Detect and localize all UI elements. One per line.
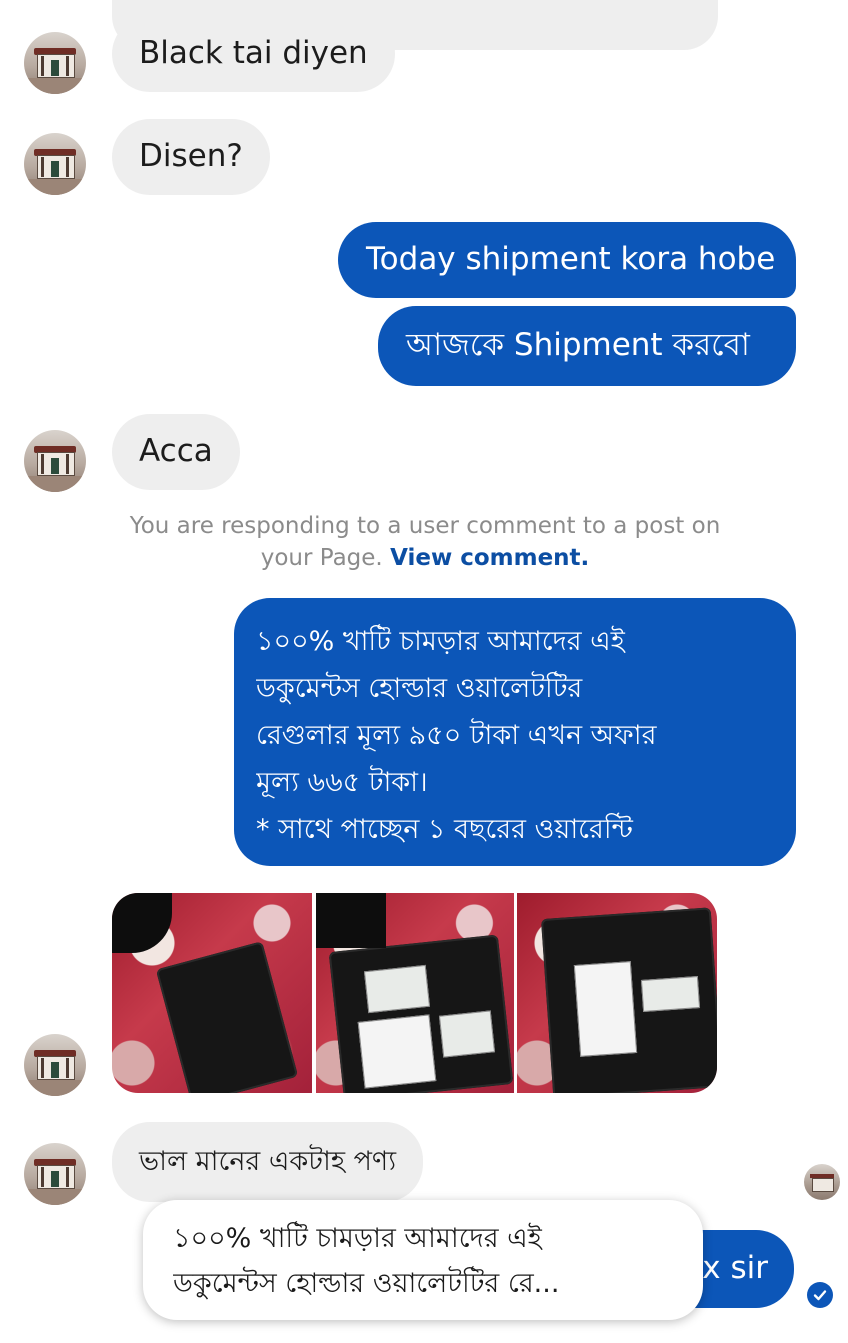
contact-avatar[interactable]: [24, 133, 86, 195]
offer-line: রেগুলার মূল্য ৯৫০ টাকা এখন অফার: [256, 720, 657, 751]
seen-avatar: [804, 1164, 840, 1200]
outgoing-message[interactable]: Today shipment kora hobe: [338, 222, 796, 298]
wallet-photo[interactable]: [517, 893, 717, 1093]
offer-line: * সাথে পাচ্ছেন ১ বছরের ওয়ারেন্টি: [256, 814, 633, 845]
saved-reply-preview[interactable]: ১০০% খাটি চামড়ার আমাদের এই ডকুমেন্টস হো…: [143, 1200, 703, 1320]
incoming-message[interactable]: Disen?: [112, 119, 270, 195]
wallet-photo[interactable]: [316, 893, 514, 1093]
message-text: Acca: [139, 433, 213, 470]
message-text: আজকে Shipment করবো: [406, 327, 750, 364]
offer-message[interactable]: ১০০% খাটি চামড়ার আমাদের এই ডকুমেন্টস হো…: [234, 598, 796, 866]
message-text: Disen?: [139, 138, 243, 175]
contact-avatar[interactable]: [24, 1034, 86, 1096]
message-text: ভাল মানের একটাহ পণ্য: [139, 1145, 397, 1177]
offer-line: মূল্য ৬৬৫ টাকা।: [256, 767, 428, 798]
check-icon: [807, 1282, 833, 1308]
contact-avatar[interactable]: [24, 32, 86, 94]
offer-line: ১০০% খাটি চামড়ার আমাদের এই: [256, 626, 625, 657]
incoming-message[interactable]: ভাল মানের একটাহ পণ্য: [112, 1122, 424, 1202]
view-comment-link[interactable]: View comment.: [390, 545, 589, 571]
preview-line: ডকুমেন্টস হোল্ডার ওয়ালেটটির রে...: [173, 1268, 560, 1299]
incoming-message[interactable]: Acca: [112, 414, 240, 490]
outgoing-message[interactable]: আজকে Shipment করবো: [378, 306, 796, 386]
message-text: Black tai diyen: [139, 35, 368, 72]
message-text: Today shipment kora hobe: [366, 241, 776, 278]
contact-avatar[interactable]: [24, 430, 86, 492]
wallet-photo[interactable]: [112, 893, 312, 1093]
preview-line: ১০০% খাটি চামড়ার আমাদের এই: [173, 1223, 542, 1254]
message-text: x sir: [702, 1250, 768, 1287]
incoming-message[interactable]: Black tai diyen: [112, 16, 395, 92]
contact-avatar[interactable]: [24, 1143, 86, 1205]
page-comment-notice: You are responding to a user comment to …: [110, 510, 740, 574]
offer-line: ডকুমেন্টস হোল্ডার ওয়ালেটটির: [256, 673, 583, 704]
